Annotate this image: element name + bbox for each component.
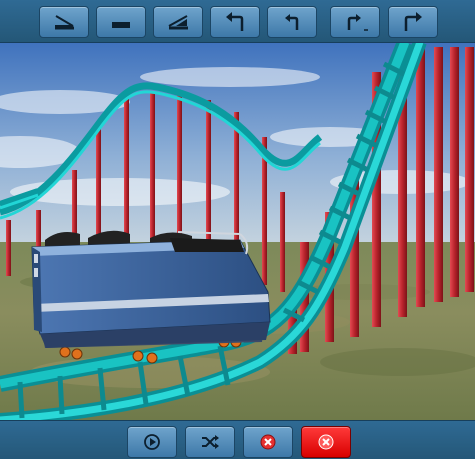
turn-left-button[interactable] bbox=[267, 6, 317, 38]
control-bar bbox=[0, 420, 475, 459]
coaster-car bbox=[31, 230, 271, 364]
turn-right-sharp-button[interactable] bbox=[388, 6, 438, 38]
shuffle-icon bbox=[202, 435, 219, 449]
play-icon bbox=[144, 434, 160, 450]
turn-right-sharp-icon bbox=[404, 12, 422, 31]
slope-down-button[interactable] bbox=[39, 6, 89, 38]
turn-right-icon bbox=[347, 14, 368, 31]
shuffle-button[interactable] bbox=[185, 426, 235, 458]
slope-up-button[interactable] bbox=[153, 6, 203, 38]
close-icon bbox=[318, 434, 334, 450]
slope-down-icon bbox=[55, 15, 74, 30]
turn-right-button[interactable] bbox=[330, 6, 380, 38]
delete-button[interactable] bbox=[243, 426, 293, 458]
turn-left-sharp-button[interactable] bbox=[210, 6, 260, 38]
straight-track-icon bbox=[112, 22, 130, 28]
coaster-viewport[interactable] bbox=[0, 42, 475, 420]
clear-all-button[interactable] bbox=[301, 426, 351, 458]
turn-left-icon bbox=[285, 14, 299, 30]
play-button[interactable] bbox=[127, 426, 177, 458]
track-toolbar bbox=[0, 0, 475, 43]
turn-left-sharp-icon bbox=[226, 12, 244, 31]
roller-coaster-app bbox=[0, 0, 475, 459]
slope-up-icon bbox=[168, 15, 188, 30]
close-icon bbox=[260, 434, 276, 450]
straight-button[interactable] bbox=[96, 6, 146, 38]
